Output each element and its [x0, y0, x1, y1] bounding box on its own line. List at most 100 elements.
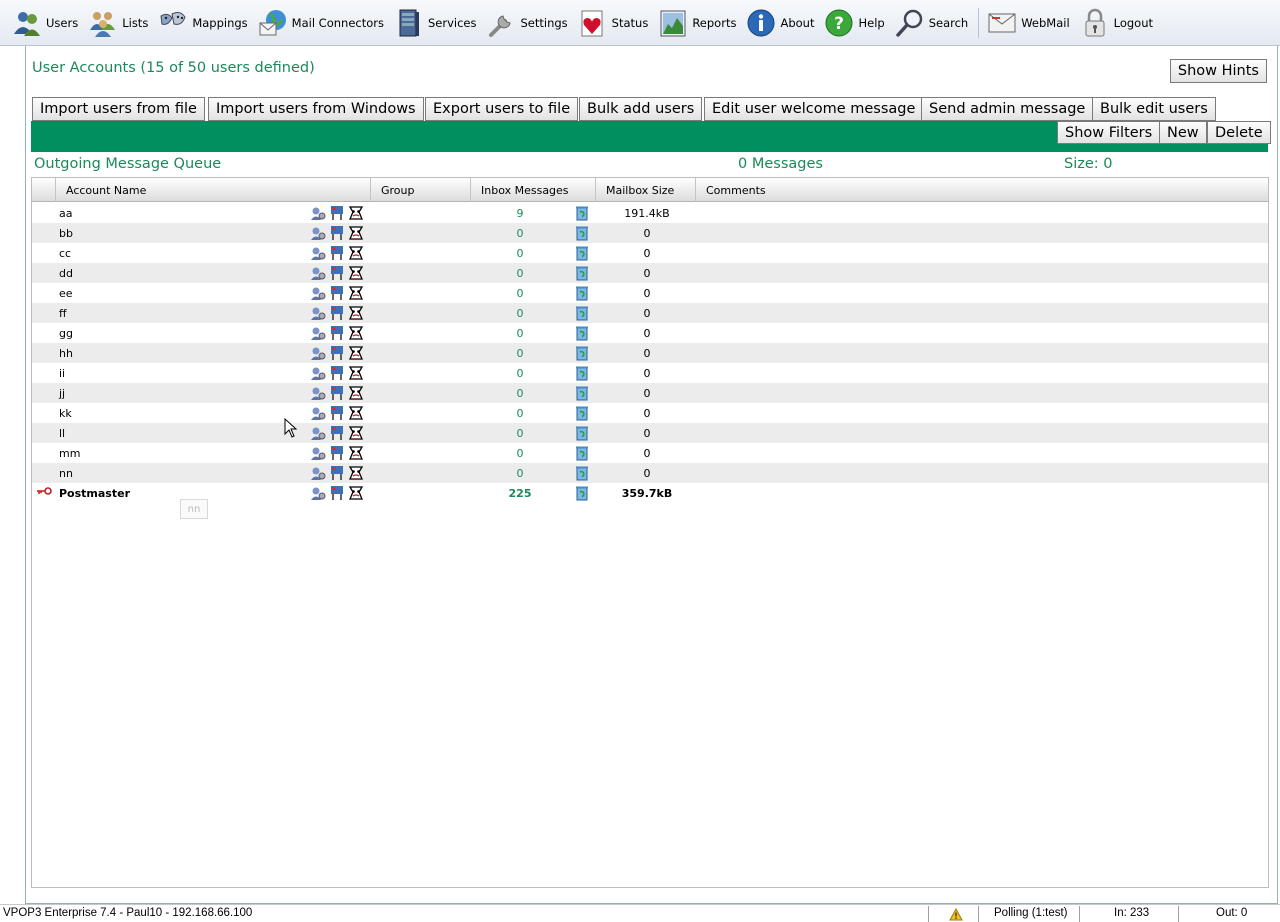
user-settings-icon[interactable] [310, 265, 326, 281]
table-row[interactable]: Postmaster 225 359.7kB [32, 483, 1268, 503]
user-impersonate-icon[interactable] [348, 465, 364, 481]
header-mailbox-size[interactable]: Mailbox Size [596, 178, 696, 202]
user-impersonate-icon[interactable] [348, 245, 364, 261]
header-group[interactable]: Group [371, 178, 471, 202]
empty-mailbox-icon[interactable] [574, 225, 590, 241]
outgoing-queue-label[interactable]: Outgoing Message Queue [34, 156, 221, 172]
user-mailbox-icon[interactable] [329, 425, 345, 441]
user-settings-icon[interactable] [310, 405, 326, 421]
user-mailbox-icon[interactable] [329, 445, 345, 461]
user-mailbox-icon[interactable] [329, 305, 345, 321]
user-impersonate-icon[interactable] [348, 485, 364, 501]
user-mailbox-icon[interactable] [329, 245, 345, 261]
bulk-edit-users-button[interactable]: Bulk edit users [1092, 97, 1216, 121]
empty-mailbox-icon[interactable] [574, 285, 590, 301]
table-row[interactable]: nn 0 0 [32, 463, 1268, 483]
user-mailbox-icon[interactable] [329, 225, 345, 241]
user-mailbox-icon[interactable] [329, 325, 345, 341]
user-mailbox-icon[interactable] [329, 345, 345, 361]
new-button[interactable]: New [1159, 121, 1207, 144]
user-impersonate-icon[interactable] [348, 345, 364, 361]
table-row[interactable]: jj 0 0 [32, 383, 1268, 403]
bulk-add-users-button[interactable]: Bulk add users [579, 97, 703, 121]
toolbar-mail-connectors[interactable]: Mail Connectors [254, 3, 390, 43]
empty-mailbox-icon[interactable] [574, 345, 590, 361]
table-row[interactable]: aa 9 191.4kB [32, 203, 1268, 223]
toolbar-status[interactable]: Status [574, 3, 655, 43]
empty-mailbox-icon[interactable] [574, 465, 590, 481]
import-users-from-file-button[interactable]: Import users from file [32, 97, 205, 121]
empty-mailbox-icon[interactable] [574, 405, 590, 421]
table-row[interactable]: kk 0 0 [32, 403, 1268, 423]
user-settings-icon[interactable] [310, 445, 326, 461]
warning-icon[interactable] [949, 908, 963, 921]
user-settings-icon[interactable] [310, 485, 326, 501]
empty-mailbox-icon[interactable] [574, 365, 590, 381]
user-impersonate-icon[interactable] [348, 365, 364, 381]
empty-mailbox-icon[interactable] [574, 205, 590, 221]
user-mailbox-icon[interactable] [329, 485, 345, 501]
user-mailbox-icon[interactable] [329, 365, 345, 381]
table-row[interactable]: ll 0 0 [32, 423, 1268, 443]
user-impersonate-icon[interactable] [348, 425, 364, 441]
empty-mailbox-icon[interactable] [574, 325, 590, 341]
user-settings-icon[interactable] [310, 325, 326, 341]
user-mailbox-icon[interactable] [329, 265, 345, 281]
user-settings-icon[interactable] [310, 245, 326, 261]
empty-mailbox-icon[interactable] [574, 445, 590, 461]
table-row[interactable]: ff 0 0 [32, 303, 1268, 323]
empty-mailbox-icon[interactable] [574, 265, 590, 281]
user-impersonate-icon[interactable] [348, 305, 364, 321]
user-impersonate-icon[interactable] [348, 385, 364, 401]
show-hints-button[interactable]: Show Hints [1169, 59, 1267, 83]
user-impersonate-icon[interactable] [348, 325, 364, 341]
toolbar-mappings[interactable]: Mappings [154, 3, 253, 43]
toolbar-about[interactable]: About [742, 3, 820, 43]
import-users-from-windows-button[interactable]: Import users from Windows [208, 97, 424, 121]
user-settings-icon[interactable] [310, 465, 326, 481]
table-row[interactable]: bb 0 0 [32, 223, 1268, 243]
header-inbox-messages[interactable]: Inbox Messages [471, 178, 596, 202]
table-row[interactable]: dd 0 0 [32, 263, 1268, 283]
user-settings-icon[interactable] [310, 285, 326, 301]
user-impersonate-icon[interactable] [348, 285, 364, 301]
export-users-to-file-button[interactable]: Export users to file [425, 97, 579, 121]
toolbar-search[interactable]: Search [891, 3, 975, 43]
toolbar-settings[interactable]: Settings [483, 3, 574, 43]
show-filters-button[interactable]: Show Filters [1057, 121, 1161, 144]
user-impersonate-icon[interactable] [348, 225, 364, 241]
table-row[interactable]: hh 0 0 [32, 343, 1268, 363]
empty-mailbox-icon[interactable] [574, 245, 590, 261]
user-settings-icon[interactable] [310, 345, 326, 361]
user-settings-icon[interactable] [310, 365, 326, 381]
toolbar-services[interactable]: Services [390, 3, 483, 43]
edit-user-welcome-message-button[interactable]: Edit user welcome message [704, 97, 924, 121]
user-settings-icon[interactable] [310, 385, 326, 401]
header-account-name[interactable]: Account Name [56, 178, 371, 202]
user-settings-icon[interactable] [310, 305, 326, 321]
user-impersonate-icon[interactable] [348, 265, 364, 281]
toolbar-reports[interactable]: Reports [654, 3, 742, 43]
user-settings-icon[interactable] [310, 425, 326, 441]
user-impersonate-icon[interactable] [348, 445, 364, 461]
user-mailbox-icon[interactable] [329, 205, 345, 221]
table-row[interactable]: cc 0 0 [32, 243, 1268, 263]
table-row[interactable]: mm 0 0 [32, 443, 1268, 463]
user-impersonate-icon[interactable] [348, 205, 364, 221]
table-row[interactable]: ee 0 0 [32, 283, 1268, 303]
user-mailbox-icon[interactable] [329, 285, 345, 301]
user-settings-icon[interactable] [310, 205, 326, 221]
user-mailbox-icon[interactable] [329, 385, 345, 401]
user-impersonate-icon[interactable] [348, 405, 364, 421]
user-mailbox-icon[interactable] [329, 465, 345, 481]
toolbar-help[interactable]: ? Help [820, 3, 890, 43]
toolbar-webmail[interactable]: WebMail [983, 3, 1075, 43]
empty-mailbox-icon[interactable] [574, 425, 590, 441]
toolbar-users[interactable]: Users [8, 3, 84, 43]
empty-mailbox-icon[interactable] [574, 485, 590, 501]
empty-mailbox-icon[interactable] [574, 385, 590, 401]
send-admin-message-button[interactable]: Send admin message [921, 97, 1094, 121]
delete-button[interactable]: Delete [1207, 121, 1271, 144]
table-row[interactable]: gg 0 0 [32, 323, 1268, 343]
toolbar-lists[interactable]: Lists [84, 3, 154, 43]
